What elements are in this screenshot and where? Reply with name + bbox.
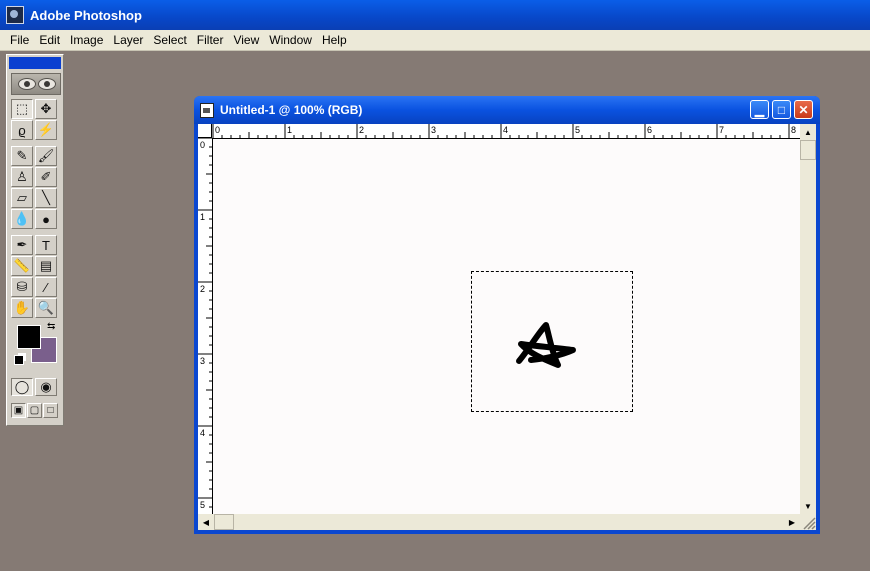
gradient-tool-icon[interactable]: ▤ bbox=[35, 256, 57, 276]
paint-bucket-tool-icon[interactable]: ⛁ bbox=[11, 277, 33, 297]
document-icon[interactable] bbox=[200, 102, 214, 118]
menu-view[interactable]: View bbox=[228, 33, 264, 47]
ruler-label: 4 bbox=[503, 125, 508, 135]
eraser-tool-icon[interactable]: ▱ bbox=[11, 188, 33, 208]
vertical-ruler[interactable]: 0 1 2 3 4 5 bbox=[198, 138, 213, 514]
close-button[interactable]: ✕ bbox=[794, 100, 813, 119]
eye-icon-left bbox=[18, 78, 36, 90]
menu-layer[interactable]: Layer bbox=[108, 33, 148, 47]
airbrush-tool-icon[interactable]: ✎ bbox=[11, 146, 33, 166]
drawn-star-icon bbox=[516, 322, 576, 368]
minimize-button[interactable]: ▁ bbox=[750, 100, 769, 119]
ruler-label: 2 bbox=[200, 284, 205, 294]
scroll-right-icon[interactable]: ▶ bbox=[784, 514, 800, 530]
ruler-label: 0 bbox=[200, 140, 205, 150]
type-tool-icon[interactable]: T bbox=[35, 235, 57, 255]
menu-help[interactable]: Help bbox=[317, 33, 352, 47]
menu-window[interactable]: Window bbox=[264, 33, 317, 47]
vertical-ruler-ticks: 0 1 2 3 4 5 bbox=[198, 138, 212, 510]
horizontal-ruler[interactable]: 0 1 2 3 4 5 6 7 8 bbox=[198, 124, 800, 139]
magic-wand-tool-icon[interactable]: ⚡ bbox=[35, 120, 57, 140]
ruler-label: 6 bbox=[647, 125, 652, 135]
standard-screen-icon[interactable]: ▣ bbox=[11, 403, 26, 418]
image-canvas[interactable] bbox=[213, 139, 800, 514]
document-window: Untitled-1 @ 100% (RGB) ▁ □ ✕ 0 1 2 3 4 5 6 7 8 … bbox=[194, 96, 820, 534]
ruler-label: 4 bbox=[200, 428, 205, 438]
quick-mask-mode-icon[interactable]: ◉ bbox=[35, 378, 57, 396]
ruler-label: 2 bbox=[359, 125, 364, 135]
horizontal-scroll-thumb[interactable] bbox=[214, 514, 234, 530]
move-tool-icon[interactable]: ✥ bbox=[35, 99, 57, 119]
photoshop-app-icon[interactable] bbox=[6, 6, 24, 24]
toolbox-titlebar[interactable] bbox=[9, 57, 61, 69]
ruler-label: 5 bbox=[200, 500, 205, 510]
ruler-label: 3 bbox=[200, 356, 205, 366]
zoom-tool-icon[interactable]: 🔍 bbox=[35, 298, 57, 318]
ruler-origin[interactable] bbox=[198, 124, 212, 138]
marquee-tool-icon[interactable]: ⬚ bbox=[11, 99, 33, 119]
eye-icon-right bbox=[38, 78, 56, 90]
ruler-label: 3 bbox=[431, 125, 436, 135]
scroll-left-icon[interactable]: ◀ bbox=[198, 514, 214, 530]
adobe-eye-logo[interactable] bbox=[11, 73, 61, 95]
history-brush-tool-icon[interactable]: ✐ bbox=[35, 167, 57, 187]
scroll-up-icon[interactable]: ▲ bbox=[800, 124, 816, 140]
pencil-tool-icon[interactable]: ╲ bbox=[35, 188, 57, 208]
ruler-label: 7 bbox=[719, 125, 724, 135]
menu-select[interactable]: Select bbox=[148, 33, 191, 47]
menubar: File Edit Image Layer Select Filter View… bbox=[0, 30, 870, 51]
blur-tool-icon[interactable]: 💧 bbox=[11, 209, 33, 229]
hand-tool-icon[interactable]: ✋ bbox=[11, 298, 33, 318]
document-titlebar[interactable]: Untitled-1 @ 100% (RGB) ▁ □ ✕ bbox=[194, 96, 820, 124]
lasso-tool-icon[interactable]: ϱ bbox=[11, 120, 33, 140]
resize-grip-icon[interactable] bbox=[800, 514, 816, 530]
swap-colors-icon[interactable]: ⇆ bbox=[47, 321, 55, 332]
eyedropper-tool-icon[interactable]: ⁄ bbox=[35, 277, 57, 297]
burn-tool-icon[interactable]: ● bbox=[35, 209, 57, 229]
ruler-label: 1 bbox=[200, 212, 205, 222]
paintbrush-tool-icon[interactable]: 🖌 bbox=[35, 146, 57, 166]
document-body: 0 1 2 3 4 5 6 7 8 0 1 2 3 4 5 ▲ ▼ ◀ ▶ bbox=[198, 124, 816, 530]
full-screen-menu-icon[interactable]: ▢ bbox=[27, 403, 42, 418]
default-colors-icon[interactable] bbox=[14, 355, 24, 365]
app-title: Adobe Photoshop bbox=[30, 7, 142, 23]
rubber-stamp-tool-icon[interactable]: ♙ bbox=[11, 167, 33, 187]
foreground-color-swatch[interactable] bbox=[17, 325, 41, 349]
ruler-label: 1 bbox=[287, 125, 292, 135]
horizontal-scrollbar[interactable]: ◀ ▶ bbox=[198, 514, 800, 530]
menu-edit[interactable]: Edit bbox=[34, 33, 65, 47]
pen-tool-icon[interactable]: ✒ bbox=[11, 235, 33, 255]
full-screen-icon[interactable]: □ bbox=[43, 403, 58, 418]
menu-file[interactable]: File bbox=[0, 33, 34, 47]
standard-mode-icon[interactable]: ◯ bbox=[11, 378, 33, 396]
vertical-scroll-thumb[interactable] bbox=[800, 140, 816, 160]
measure-tool-icon[interactable]: 📏 bbox=[11, 256, 33, 276]
ruler-label: 5 bbox=[575, 125, 580, 135]
horizontal-ruler-ticks: 0 1 2 3 4 5 6 7 8 bbox=[212, 124, 796, 138]
ruler-label: 8 bbox=[791, 125, 796, 135]
app-titlebar: Adobe Photoshop bbox=[0, 0, 870, 30]
toolbox-palette: ⇆ ⬚ ✥ ϱ ⚡ ✎ 🖌 ♙ ✐ ▱ ╲ 💧 ● ✒ T 📏 ▤ ⛁ ⁄ ✋ 🔍 ◯ ◉ ▣ ▢ □ bbox=[6, 54, 64, 426]
menu-image[interactable]: Image bbox=[65, 33, 108, 47]
menu-filter[interactable]: Filter bbox=[192, 33, 229, 47]
maximize-button[interactable]: □ bbox=[772, 100, 791, 119]
scroll-down-icon[interactable]: ▼ bbox=[800, 498, 816, 514]
ruler-label: 0 bbox=[215, 125, 220, 135]
vertical-scrollbar[interactable]: ▲ ▼ bbox=[800, 124, 816, 514]
document-title: Untitled-1 @ 100% (RGB) bbox=[220, 103, 363, 117]
